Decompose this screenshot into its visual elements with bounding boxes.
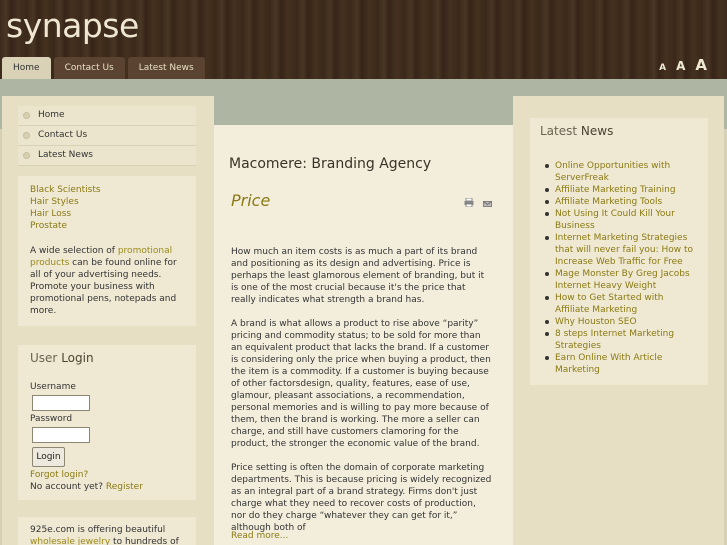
read-more-link[interactable]: Read more... <box>231 531 288 541</box>
site-header: synapse Home Contact Us Latest News A A … <box>0 0 727 79</box>
username-label: Username <box>30 382 76 392</box>
login-title-strong: Login <box>61 351 94 365</box>
nav-tab-contact-us[interactable]: Contact Us <box>53 57 125 79</box>
bottom-promo-box: 925e.com is offering beautiful wholesale… <box>18 517 196 545</box>
article-paragraph: A brand is what allows a product to rise… <box>231 319 491 449</box>
forgot-login-link[interactable]: Forgot login? <box>30 470 88 480</box>
bottom-promo-before: 925e.com is offering beautiful <box>30 525 166 535</box>
promo-text: A wide selection of promotional products… <box>30 245 190 317</box>
login-title-alt: User <box>30 351 58 365</box>
link-hair-styles[interactable]: Hair Styles <box>30 197 79 207</box>
links-box: Black Scientists Hair Styles Hair Loss P… <box>18 176 196 326</box>
latest-news-title-alt: Latest <box>540 124 578 138</box>
font-size-controls: A A A <box>649 56 707 74</box>
bullet-icon <box>23 152 30 159</box>
password-label: Password <box>30 414 73 424</box>
login-box: User Login Username Password Login Forgo… <box>18 345 196 500</box>
news-item-link[interactable]: How to Get Started with Affiliate Market… <box>545 292 700 316</box>
login-button[interactable]: Login <box>32 447 65 467</box>
bottom-promo-text: 925e.com is offering beautiful wholesale… <box>30 524 190 545</box>
link-prostate[interactable]: Prostate <box>30 221 67 231</box>
nav-tab-latest-news[interactable]: Latest News <box>127 57 205 79</box>
password-input[interactable] <box>32 427 90 443</box>
email-icon[interactable] <box>483 201 492 207</box>
latest-news-title-strong: News <box>580 124 614 138</box>
font-size-small-button[interactable]: A <box>659 63 666 73</box>
news-item-link[interactable]: Mage Monster By Greg Jacobs Internet Hea… <box>545 268 700 292</box>
news-item-link[interactable]: Why Houston SEO <box>545 316 700 328</box>
news-item-link[interactable]: Affiliate Marketing Training <box>545 184 700 196</box>
font-size-medium-button[interactable]: A <box>676 59 685 73</box>
wholesale-jewelry-link[interactable]: wholesale jewelry <box>30 537 110 545</box>
main-menu: Home Contact Us Latest News <box>18 106 196 166</box>
menu-item-label: Contact Us <box>38 130 88 140</box>
register-link[interactable]: Register <box>106 482 143 492</box>
font-size-large-button[interactable]: A <box>695 56 707 74</box>
nav-tab-home[interactable]: Home <box>2 57 51 79</box>
latest-news-box: Latest News Online Opportunities with Se… <box>530 118 708 385</box>
article-paragraph: How much an item costs is as much a part… <box>231 247 485 305</box>
username-input[interactable] <box>32 395 90 411</box>
promo-text-before: A wide selection of <box>30 246 118 256</box>
menu-item-home[interactable]: Home <box>18 106 196 126</box>
article-section-heading: Macomere: Branding Agency <box>229 156 432 172</box>
article-body: How much an item costs is as much a part… <box>231 246 493 545</box>
news-item-link[interactable]: 8 steps Internet Marketing Strategies <box>545 328 700 352</box>
site-logo[interactable]: synapse <box>6 6 139 45</box>
login-title: User Login <box>30 351 94 365</box>
news-item-link[interactable]: Affiliate Marketing Tools <box>545 196 700 208</box>
article-title[interactable]: Price <box>231 191 270 210</box>
latest-news-title: Latest News <box>540 124 613 138</box>
top-navigation: Home Contact Us Latest News <box>2 57 208 79</box>
print-icon[interactable] <box>464 198 474 207</box>
no-account-text: No account yet? Register <box>30 482 143 492</box>
bottom-promo-after: to hundreds of <box>110 537 179 545</box>
news-item-link[interactable]: Online Opportunities with ServerFreak <box>545 160 700 184</box>
link-hair-loss[interactable]: Hair Loss <box>30 209 71 219</box>
bullet-icon <box>23 132 30 139</box>
article-paragraph: Price setting is often the domain of cor… <box>231 463 492 533</box>
menu-item-label: Home <box>38 110 65 120</box>
no-account-label: No account yet? <box>30 482 103 492</box>
news-item-link[interactable]: Earn Online With Article Marketing <box>545 352 700 376</box>
menu-item-contact-us[interactable]: Contact Us <box>18 126 196 146</box>
link-black-scientists[interactable]: Black Scientists <box>30 185 101 195</box>
news-item-link[interactable]: Internet Marketing Strategies that will … <box>545 232 700 268</box>
news-item-link[interactable]: Not Using It Could Kill Your Business <box>545 208 700 232</box>
menu-item-latest-news[interactable]: Latest News <box>18 146 196 166</box>
bullet-icon <box>23 112 30 119</box>
latest-news-list: Online Opportunities with ServerFreak Af… <box>545 160 700 376</box>
menu-item-label: Latest News <box>38 150 93 160</box>
